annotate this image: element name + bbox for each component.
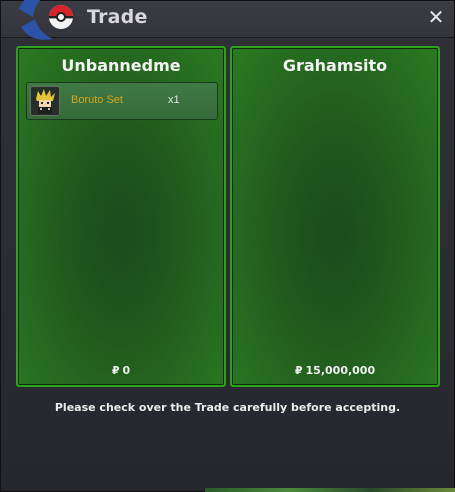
boruto-set-icon bbox=[30, 86, 60, 116]
money-amount: 15,000,000 bbox=[305, 364, 376, 377]
trade-notice: Please check over the Trade carefully be… bbox=[54, 401, 401, 414]
currency-icon: ₽ bbox=[294, 364, 303, 377]
trade-panel-partner: Grahamsito ₽15,000,000 bbox=[230, 46, 440, 387]
title-bar[interactable]: Trade ✕ bbox=[1, 0, 454, 40]
trade-window: Trade ✕ Unbannedme Boruto Set x1 ₽ 0 Gra… bbox=[0, 0, 455, 492]
trade-panel-self: Unbannedme Boruto Set x1 ₽0 bbox=[16, 46, 226, 387]
money-amount: 0 bbox=[122, 364, 131, 377]
trader-name: Unbannedme bbox=[61, 56, 181, 75]
item-name: Boruto Set bbox=[71, 94, 123, 106]
currency-icon: ₽ bbox=[111, 364, 120, 377]
pokeball-logo-icon bbox=[19, 0, 73, 40]
item-quantity: x1 bbox=[168, 94, 180, 106]
trader-name: Grahamsito bbox=[282, 56, 388, 75]
money-offer: ₽0 bbox=[18, 364, 224, 377]
background-strip bbox=[205, 488, 455, 492]
close-icon[interactable]: ✕ bbox=[426, 6, 446, 28]
trade-item-row[interactable]: Boruto Set x1 bbox=[26, 82, 218, 120]
window-title: Trade bbox=[87, 6, 148, 28]
money-offer: ₽15,000,000 bbox=[232, 364, 438, 377]
